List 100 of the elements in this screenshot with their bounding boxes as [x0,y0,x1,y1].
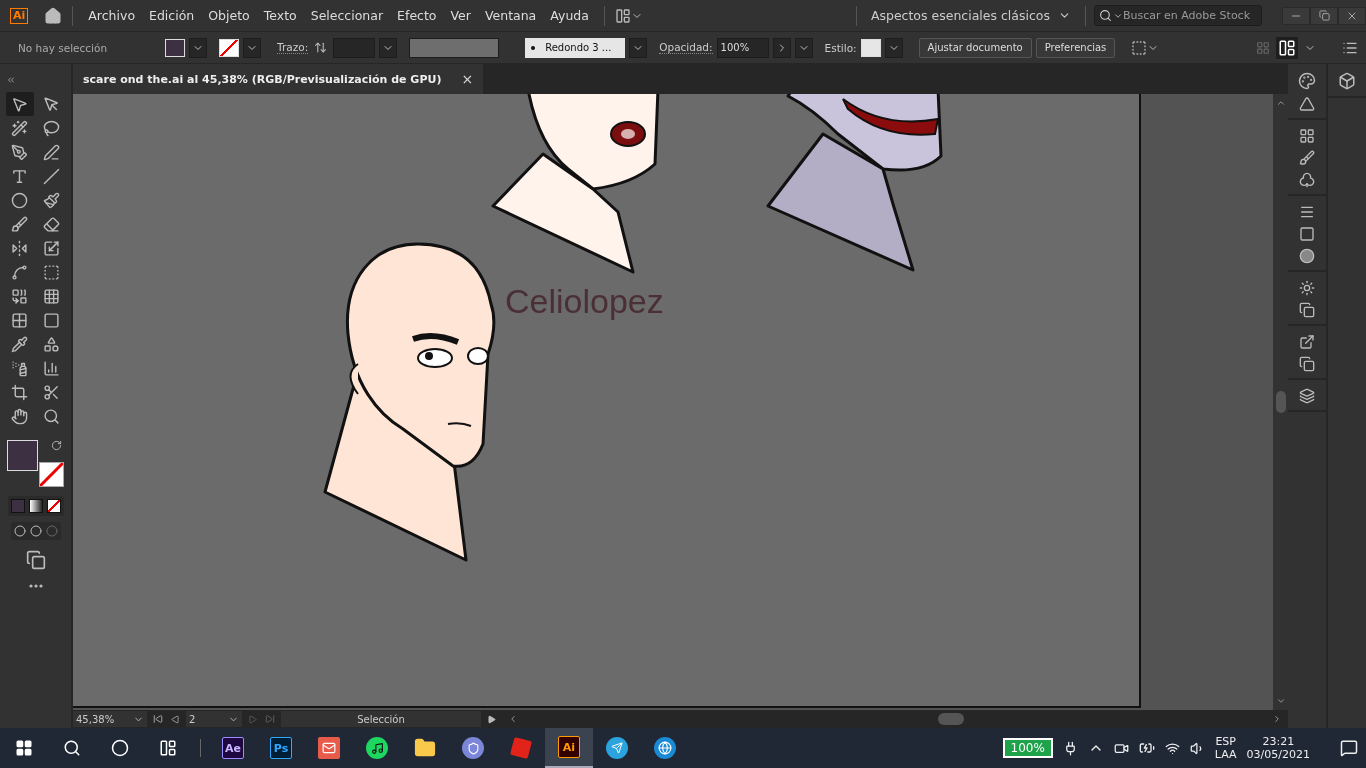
artboard-field[interactable]: 2 [186,711,242,727]
pen-icon [11,143,28,161]
menu-item[interactable]: Seleccionar [303,8,391,23]
transparency-icon[interactable] [1299,248,1315,264]
skip-forward-icon [265,714,275,724]
stroke-swatch[interactable] [38,462,64,487]
club-icon[interactable] [1299,172,1315,188]
taskbar-app[interactable]: Ps [257,728,305,768]
menu-item[interactable]: Ayuda [543,8,596,23]
dropdown-button[interactable] [379,37,398,58]
swatches-icon[interactable] [1299,128,1315,144]
chevron-icon [508,714,518,724]
scroll-thumb[interactable] [1275,391,1286,413]
properties-button[interactable] [1276,36,1298,59]
taskbar-app[interactable]: Ae [209,728,257,768]
select-similar-icon [1131,39,1148,56]
ellipse-icon [11,191,28,209]
play-icon [487,714,496,724]
palette-icon[interactable] [1298,72,1316,90]
brush-select[interactable]: Redondo 3 ... [525,37,626,58]
envelope-icon [318,737,340,759]
triangle-icon[interactable] [1299,96,1315,112]
notifications-icon[interactable] [1340,739,1358,757]
draw-normal-icon[interactable] [13,525,26,537]
menu-item[interactable]: Texto [256,8,304,23]
layout-icon [614,7,631,24]
export-icon[interactable] [1299,334,1315,350]
fill-swatch[interactable] [6,440,38,471]
battery-indicator: 100% [1002,738,1053,758]
minimize-button[interactable] [1282,6,1310,25]
battery-icon[interactable] [1138,740,1155,756]
clock-time[interactable]: 23:21 [1262,735,1295,748]
color-mode-swatch[interactable] [10,499,25,513]
wifi-icon[interactable] [1164,740,1180,756]
app-logo: Ae [222,737,244,759]
arrow-button[interactable] [772,37,791,58]
warp-icon [11,263,28,281]
line-icon [43,167,60,185]
menu-item[interactable]: Ventana [477,8,544,23]
first-artboard-button[interactable] [151,712,165,726]
language-label[interactable]: LAA [1214,748,1237,761]
menu-item[interactable]: Objeto [201,8,257,23]
language-label[interactable]: ESP [1215,735,1236,748]
menu-item[interactable]: Archivo [81,8,143,23]
zoom-field[interactable]: 45,38% [73,711,147,727]
previous-artboard-button[interactable] [169,712,182,726]
curved-pen-icon [43,143,60,161]
crop-icon [11,383,28,401]
clock-date[interactable]: 03/05/2021 [1246,748,1310,761]
search-field[interactable]: Buscar en Adobe Stock [1094,5,1262,26]
draw-behind-icon[interactable] [29,525,42,537]
grid-icon [43,287,60,305]
layers-icon[interactable] [1299,388,1315,404]
none-mode-swatch[interactable] [46,499,61,513]
gradient-mode-swatch[interactable] [28,499,43,513]
restore-button[interactable] [1310,6,1338,25]
close-button[interactable] [1338,6,1366,25]
style-swatch[interactable] [860,38,881,57]
play-icon [248,714,257,724]
stroke-label: Trazo: [277,41,309,54]
canvas-text: Celiolopez [505,282,664,321]
collapse-icon[interactable] [6,75,16,85]
app-logo: Ai [558,736,580,758]
dropdown-button[interactable] [629,37,648,58]
swap-icon[interactable] [50,440,62,451]
chevron-icon [1275,696,1286,706]
menu-item[interactable]: Efecto [390,8,444,23]
tool-button[interactable] [5,92,34,116]
mesh-icon [11,311,28,329]
spray-can-icon [11,359,28,377]
opacity-field[interactable]: 100% [716,37,769,58]
reflect-icon [11,239,28,257]
selection-status: No hay selección [18,41,108,54]
more-tools-icon[interactable] [28,584,43,588]
dropdown-button[interactable] [794,37,813,58]
document-tab[interactable]: scare ond the.ai al 45,38% (RGB/Previsualización de GPU) × [73,64,484,94]
menu-item[interactable]: Edición [142,8,202,23]
play-icon [171,714,180,724]
menu-item[interactable]: Ver [443,8,478,23]
brush-icon [11,215,28,233]
toolbar-button[interactable]: Ajustar documento [918,37,1032,58]
cube-icon[interactable] [1338,72,1356,90]
variable-width-field[interactable] [409,37,500,58]
taskbar-app[interactable]: Ai [545,728,593,768]
music-icon [366,737,388,759]
close-tab-button[interactable]: × [461,71,474,87]
scroll-thumb[interactable] [938,713,964,725]
brush-icon[interactable] [1299,150,1315,166]
workspace-switcher[interactable]: Aspectos esenciales clásicos [864,7,1077,24]
fill-swatch[interactable] [165,38,186,57]
chevron-icon [1272,714,1282,724]
dot-icon [531,45,536,50]
paper-plane-icon [606,737,628,759]
toolbar-button[interactable]: Preferencias [1035,37,1116,58]
square-icon [510,737,532,759]
status-menu-button[interactable] [485,712,498,726]
globe-icon [654,737,676,759]
pointer-icon [11,95,28,113]
chevron-icon [1275,98,1286,108]
stroke-lines-icon[interactable] [1299,204,1315,220]
